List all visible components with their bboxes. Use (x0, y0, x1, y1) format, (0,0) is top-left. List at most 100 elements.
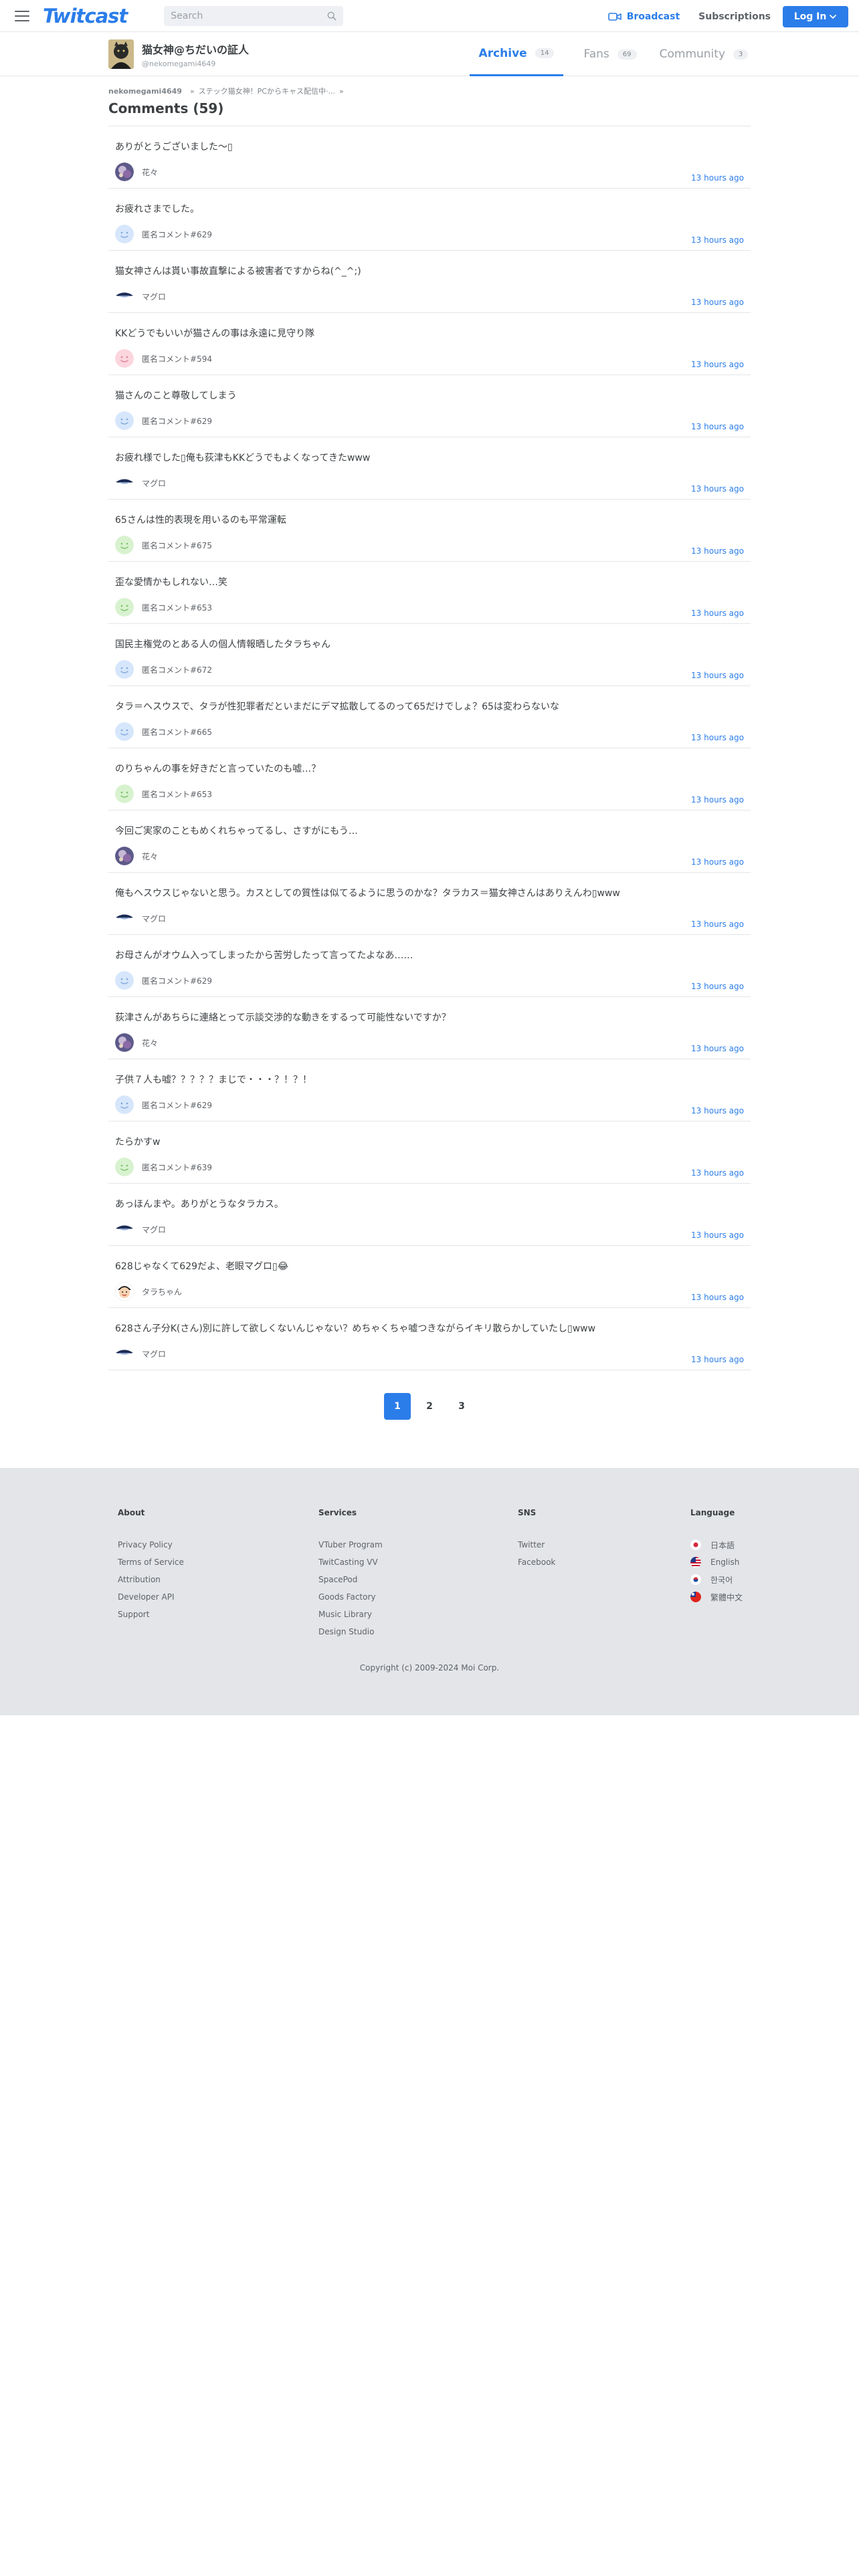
comment-author[interactable]: 匿名コメント#653 (115, 598, 744, 617)
comment-author[interactable]: タラちゃん (115, 1282, 744, 1301)
comment-timestamp[interactable]: 13 hours ago (691, 484, 744, 494)
user-name[interactable]: 匿名コメント#594 (142, 353, 212, 364)
user-avatar[interactable] (115, 1344, 134, 1363)
user-avatar[interactable] (115, 598, 134, 617)
footer-link[interactable]: Privacy Policy (118, 1536, 184, 1553)
footer-link[interactable]: Developer API (118, 1588, 184, 1606)
tab-community[interactable]: Community 3 (657, 32, 751, 76)
user-avatar[interactable] (115, 536, 134, 554)
comment-author[interactable]: 匿名コメント#639 (115, 1158, 744, 1176)
profile-avatar[interactable] (108, 39, 134, 69)
comment-author[interactable]: 匿名コメント#653 (115, 784, 744, 803)
user-name[interactable]: 花々 (142, 1037, 158, 1049)
user-name[interactable]: 花々 (142, 167, 158, 178)
comment-timestamp[interactable]: 13 hours ago (691, 609, 744, 618)
footer-link[interactable]: Terms of Service (118, 1553, 184, 1571)
user-name[interactable]: マグロ (142, 913, 166, 924)
page-1-button[interactable]: 1 (384, 1393, 411, 1420)
user-name[interactable]: 匿名コメント#653 (142, 602, 212, 613)
user-name[interactable]: 匿名コメント#675 (142, 540, 212, 551)
search-icon[interactable] (327, 11, 337, 21)
comment-author[interactable]: マグロ (115, 1344, 744, 1363)
user-avatar[interactable] (115, 287, 134, 306)
user-name[interactable]: マグロ (142, 477, 166, 489)
user-name[interactable]: 匿名コメント#672 (142, 664, 212, 675)
user-avatar[interactable] (115, 847, 134, 865)
comment-author[interactable]: マグロ (115, 473, 744, 492)
menu-icon[interactable] (15, 10, 29, 21)
footer-link[interactable]: Twitter (518, 1536, 555, 1553)
comment-author[interactable]: 匿名コメント#629 (115, 411, 744, 430)
user-avatar[interactable] (115, 349, 134, 368)
comment-timestamp[interactable]: 13 hours ago (691, 1168, 744, 1178)
broadcast-link[interactable]: Broadcast (607, 11, 680, 22)
comment-timestamp[interactable]: 13 hours ago (691, 298, 744, 307)
language-traditional-chinese[interactable]: 繁體中文 (690, 1588, 743, 1606)
search-input[interactable] (171, 10, 328, 21)
comment-timestamp[interactable]: 13 hours ago (691, 1230, 744, 1240)
profile-name[interactable]: 猫女神@ちだいの証人 (142, 41, 249, 57)
user-name[interactable]: 匿名コメント#629 (142, 1099, 212, 1111)
comment-author[interactable]: マグロ (115, 287, 744, 306)
footer-link[interactable]: Support (118, 1606, 184, 1623)
user-name[interactable]: 花々 (142, 851, 158, 862)
language-english[interactable]: English (690, 1553, 743, 1571)
footer-link[interactable]: VTuber Program (318, 1536, 383, 1553)
user-avatar[interactable] (115, 1095, 134, 1114)
comment-author[interactable]: 匿名コメント#594 (115, 349, 744, 368)
user-avatar[interactable] (115, 909, 134, 928)
comment-author[interactable]: 匿名コメント#665 (115, 722, 744, 741)
user-name[interactable]: 匿名コメント#639 (142, 1162, 212, 1173)
comment-timestamp[interactable]: 13 hours ago (691, 733, 744, 742)
user-name[interactable]: 匿名コメント#629 (142, 975, 212, 986)
user-avatar[interactable] (115, 1158, 134, 1176)
user-avatar[interactable] (115, 163, 134, 181)
comment-author[interactable]: 匿名コメント#672 (115, 660, 744, 679)
comment-author[interactable]: 匿名コメント#629 (115, 225, 744, 243)
comment-timestamp[interactable]: 13 hours ago (691, 982, 744, 991)
comment-author[interactable]: 花々 (115, 847, 744, 865)
footer-link[interactable]: Goods Factory (318, 1588, 383, 1606)
user-name[interactable]: タラちゃん (142, 1286, 182, 1297)
footer-link[interactable]: Facebook (518, 1553, 555, 1571)
user-avatar[interactable] (115, 473, 134, 492)
search-box[interactable] (164, 5, 344, 26)
user-avatar[interactable] (115, 971, 134, 990)
comment-timestamp[interactable]: 13 hours ago (691, 857, 744, 867)
comment-timestamp[interactable]: 13 hours ago (691, 920, 744, 929)
language-japanese[interactable]: 日本語 (690, 1536, 743, 1553)
user-avatar[interactable] (115, 411, 134, 430)
user-name[interactable]: 匿名コメント#653 (142, 788, 212, 800)
user-avatar[interactable] (115, 225, 134, 243)
user-name[interactable]: 匿名コメント#629 (142, 229, 212, 240)
language-korean[interactable]: 한국어 (690, 1571, 743, 1588)
comment-author[interactable]: 匿名コメント#629 (115, 971, 744, 990)
user-name[interactable]: 匿名コメント#665 (142, 726, 212, 738)
user-name[interactable]: マグロ (142, 1224, 166, 1235)
footer-link[interactable]: SpacePod (318, 1571, 383, 1588)
user-name[interactable]: マグロ (142, 1348, 166, 1360)
comment-timestamp[interactable]: 13 hours ago (691, 671, 744, 680)
user-avatar[interactable] (115, 1033, 134, 1052)
comment-author[interactable]: 匿名コメント#629 (115, 1095, 744, 1114)
comment-timestamp[interactable]: 13 hours ago (691, 546, 744, 556)
footer-link[interactable]: Attribution (118, 1571, 184, 1588)
user-avatar[interactable] (115, 1220, 134, 1239)
comment-author[interactable]: マグロ (115, 1220, 744, 1239)
breadcrumb-title[interactable]: ステック猫女神！PCからキャス配信中·... (199, 86, 335, 96)
comment-timestamp[interactable]: 13 hours ago (691, 1044, 744, 1053)
comment-author[interactable]: 花々 (115, 1033, 744, 1052)
comment-timestamp[interactable]: 13 hours ago (691, 173, 744, 183)
tab-fans[interactable]: Fans 69 (563, 32, 657, 76)
user-avatar[interactable] (115, 784, 134, 803)
comment-timestamp[interactable]: 13 hours ago (691, 1106, 744, 1115)
comment-timestamp[interactable]: 13 hours ago (691, 360, 744, 369)
comment-author[interactable]: 花々 (115, 163, 744, 181)
twitcast-logo[interactable]: Twitcast (43, 5, 128, 27)
comment-author[interactable]: マグロ (115, 909, 744, 928)
user-avatar[interactable] (115, 722, 134, 741)
footer-link[interactable]: Design Studio (318, 1623, 383, 1640)
tab-archive[interactable]: Archive 14 (470, 32, 563, 76)
footer-link[interactable]: Music Library (318, 1606, 383, 1623)
page-3-button[interactable]: 3 (448, 1393, 475, 1420)
